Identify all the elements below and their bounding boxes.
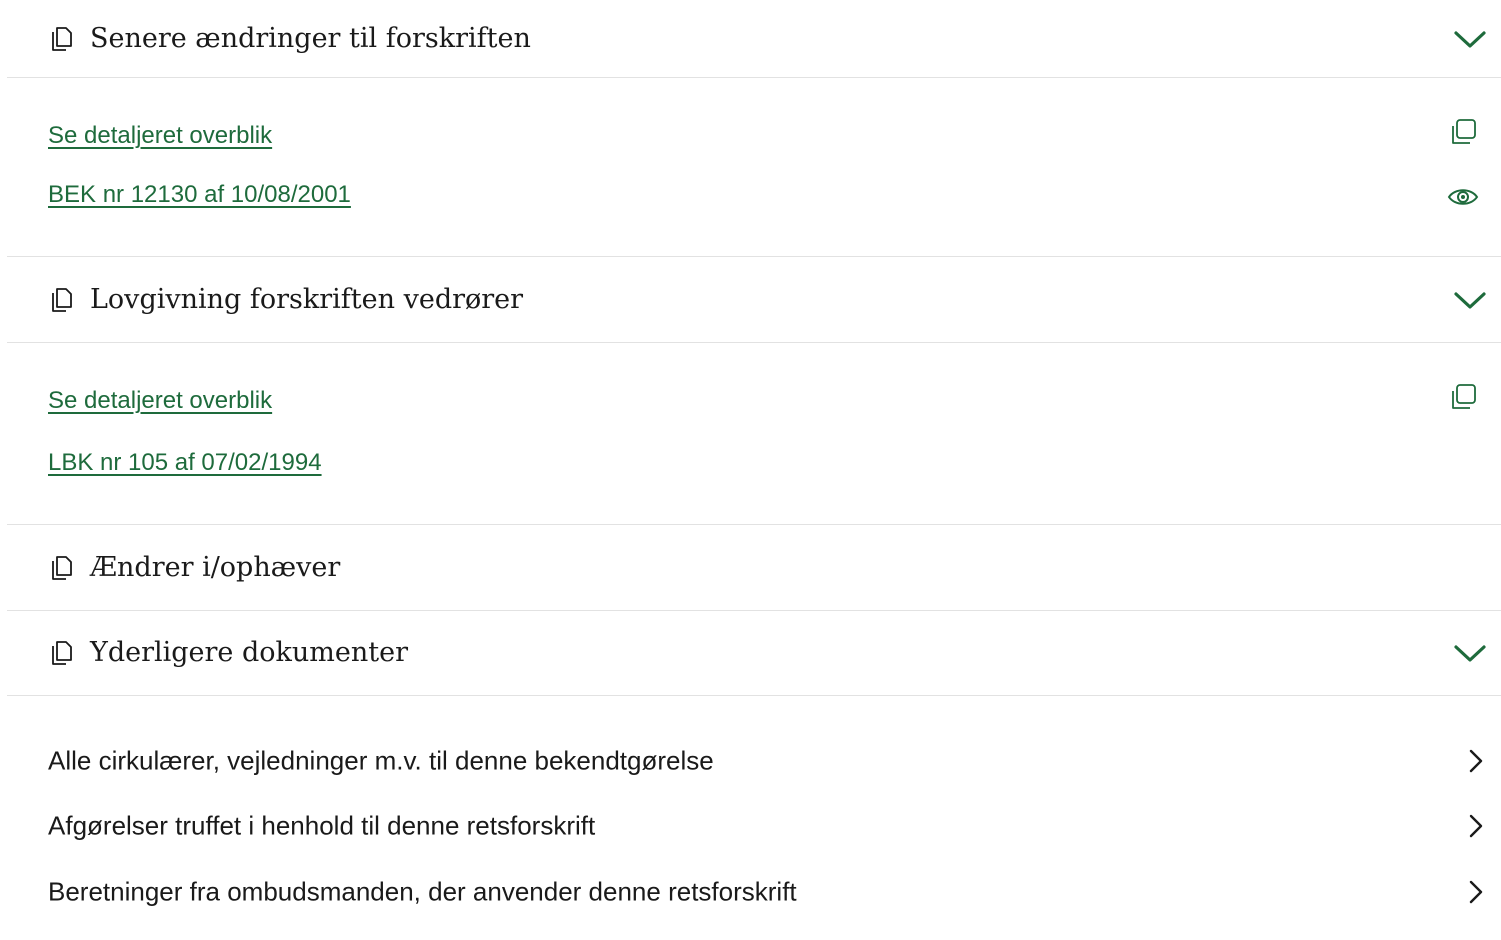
list-item-circulars[interactable]: Alle cirkulærer, vejledninger m.v. til d… [48, 741, 1488, 781]
chevron-right-icon [1469, 749, 1483, 773]
lbk-document-link[interactable]: LBK nr 105 af 07/02/1994 [48, 449, 322, 477]
chevron-right-icon [1469, 880, 1483, 904]
chevron-down-icon[interactable] [1453, 642, 1487, 664]
section-header-legislation[interactable]: Lovgivning forskriften vedrører [7, 257, 1501, 343]
section-title: Senere ændringer til forskriften [90, 22, 531, 54]
documents-icon [52, 287, 72, 312]
chevron-down-icon[interactable] [1453, 289, 1487, 311]
chevron-down-icon[interactable] [1453, 28, 1487, 50]
detailed-overview-link[interactable]: Se detaljeret overblik [48, 122, 272, 150]
section-title: Yderligere dokumenter [90, 636, 408, 668]
list-item-label: Afgørelser truffet i henhold til denne r… [48, 810, 596, 841]
section-header-amends: Ændrer i/ophæver [7, 525, 1501, 611]
detailed-overview-link[interactable]: Se detaljeret overblik [48, 387, 272, 415]
section-title: Lovgivning forskriften vedrører [90, 283, 524, 315]
bek-document-link[interactable]: BEK nr 12130 af 10/08/2001 [48, 181, 351, 209]
list-item-label: Alle cirkulærer, vejledninger m.v. til d… [48, 745, 714, 776]
section-title: Ændrer i/ophæver [90, 551, 341, 583]
list-item-decisions[interactable]: Afgørelser truffet i henhold til denne r… [48, 806, 1488, 846]
list-item-label: Beretninger fra ombudsmanden, der anvend… [48, 876, 797, 907]
eye-icon[interactable] [1447, 185, 1479, 209]
list-item-ombudsman-reports[interactable]: Beretninger fra ombudsmanden, der anvend… [48, 872, 1488, 912]
section-header-further-docs[interactable]: Yderligere dokumenter [7, 611, 1501, 696]
copy-icon[interactable] [1450, 382, 1478, 410]
documents-icon [52, 641, 72, 665]
copy-icon[interactable] [1450, 117, 1478, 145]
section-header-later-changes[interactable]: Senere ændringer til forskriften [7, 0, 1501, 78]
documents-icon [52, 26, 72, 51]
documents-icon [52, 555, 72, 580]
chevron-right-icon [1469, 814, 1483, 838]
